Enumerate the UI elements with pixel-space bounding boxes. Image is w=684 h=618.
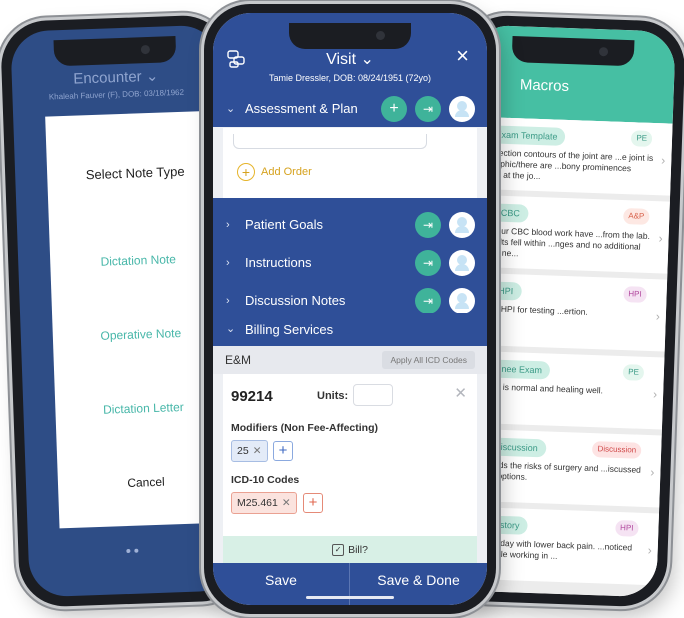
add-modifier-button[interactable]: + bbox=[273, 441, 293, 461]
macro-item[interactable]: Knee Exam Template PE On inspection cont… bbox=[466, 116, 673, 196]
bill-toggle[interactable]: ✓ Bill? bbox=[223, 536, 477, 564]
center-phone-screen: Visit ⌄ Tamie Dressler, DOB: 08/24/1951 … bbox=[213, 13, 487, 605]
option-operative-note[interactable]: Operative Note bbox=[53, 324, 229, 344]
macro-tag: Discussion bbox=[592, 441, 642, 459]
diagnosis-field[interactable] bbox=[233, 134, 427, 149]
dialog-title: Select Note Type bbox=[85, 163, 185, 183]
macro-tag: HPI bbox=[614, 519, 639, 537]
visit-title[interactable]: Visit ⌄ bbox=[213, 49, 487, 69]
chevron-right-icon: › bbox=[652, 387, 658, 402]
icd-value: M25.461 bbox=[237, 497, 278, 509]
modifiers-label: Modifiers (Non Fee-Affecting) bbox=[231, 422, 378, 434]
import-icon[interactable]: ⇥ bbox=[415, 96, 441, 122]
close-icon[interactable]: ✕ bbox=[454, 384, 467, 402]
add-icd-button[interactable]: + bbox=[303, 493, 323, 513]
modifier-chip[interactable]: 25 ✕ bbox=[231, 440, 268, 462]
patient-info: Tamie Dressler, DOB: 08/24/1951 (72yo) bbox=[268, 73, 432, 83]
add-icon[interactable]: + bbox=[381, 96, 407, 122]
chevron-right-icon: › bbox=[647, 543, 652, 558]
chevron-right-icon: › bbox=[226, 219, 230, 231]
units-label: Units: bbox=[317, 390, 349, 402]
checkbox-icon[interactable]: ✓ bbox=[332, 544, 345, 557]
patient-info: Khaleah Fauver (F), DOB: 03/18/1962 bbox=[48, 87, 185, 102]
avatar[interactable] bbox=[449, 250, 475, 276]
macro-desc: On inspection contours of the joint are … bbox=[468, 146, 654, 182]
icd-label: ICD-10 Codes bbox=[231, 474, 300, 486]
em-label: E&M bbox=[225, 353, 252, 367]
import-icon[interactable]: ⇥ bbox=[415, 212, 441, 238]
home-indicator bbox=[306, 596, 394, 599]
chevron-right-icon: › bbox=[650, 465, 655, 480]
chevron-right-icon: › bbox=[226, 257, 230, 269]
notch bbox=[289, 23, 411, 49]
add-order-button[interactable]: + Add Order bbox=[237, 162, 312, 182]
import-icon[interactable]: ⇥ bbox=[415, 288, 441, 314]
chevron-down-icon: ⌄ bbox=[226, 103, 236, 115]
modifier-value: 25 bbox=[237, 445, 249, 457]
avatar[interactable] bbox=[449, 212, 475, 238]
em-bar: E&M Apply All ICD Codes bbox=[213, 346, 487, 374]
encounter-title: Encounter bbox=[73, 68, 142, 88]
section-assessment-plan[interactable]: ⌄ Assessment & Plan + ⇥ bbox=[213, 91, 487, 127]
macro-tag: PE bbox=[631, 130, 653, 147]
remove-icon[interactable]: ✕ bbox=[282, 497, 291, 509]
apply-icd-button[interactable]: Apply All ICD Codes bbox=[382, 351, 475, 369]
avatar[interactable] bbox=[449, 96, 475, 122]
chevron-down-icon[interactable]: ⌄ bbox=[146, 68, 159, 85]
center-phone: Visit ⌄ Tamie Dressler, DOB: 08/24/1951 … bbox=[204, 4, 496, 614]
encounter-header: Encounter ⌄ Khaleah Fauver (F), DOB: 03/… bbox=[12, 65, 221, 103]
billing-code-card: 99214 Units: ✕ Modifiers (Non Fee-Affect… bbox=[223, 374, 477, 564]
remove-icon[interactable]: ✕ bbox=[253, 445, 262, 457]
notch bbox=[511, 36, 635, 67]
footer-bar: Save Save & Done bbox=[213, 563, 487, 605]
chevron-right-icon: › bbox=[658, 231, 663, 246]
chevron-down-icon: ⌄ bbox=[226, 323, 236, 335]
add-order-label: Add Order bbox=[261, 166, 312, 178]
plus-circle-icon: + bbox=[237, 163, 255, 182]
units-input[interactable] bbox=[353, 384, 393, 406]
section-label: Assessment & Plan bbox=[245, 101, 358, 116]
section-billing-services[interactable]: ⌄ Billing Services bbox=[213, 313, 487, 346]
section-label: Patient Goals bbox=[245, 217, 324, 232]
chevron-down-icon: ⌄ bbox=[360, 51, 374, 68]
cpt-code: 99214 bbox=[231, 388, 273, 405]
macro-tag: A&P bbox=[623, 208, 650, 225]
icd-chip[interactable]: M25.461 ✕ bbox=[231, 492, 297, 514]
import-icon[interactable]: ⇥ bbox=[415, 250, 441, 276]
macro-tag: PE bbox=[622, 364, 645, 381]
avatar[interactable] bbox=[449, 288, 475, 314]
section-label: Instructions bbox=[245, 255, 312, 270]
chevron-right-icon: › bbox=[661, 153, 666, 168]
close-icon[interactable]: × bbox=[456, 45, 469, 67]
bill-label: Bill? bbox=[348, 544, 368, 556]
macro-tag: HPI bbox=[623, 286, 647, 303]
chevron-right-icon: › bbox=[655, 309, 661, 324]
visit-title-text: Visit bbox=[326, 51, 357, 68]
section-instructions[interactable]: › Instructions ⇥ bbox=[213, 245, 487, 281]
notch bbox=[53, 36, 177, 67]
option-dictation-note[interactable]: Dictation Note bbox=[50, 250, 226, 270]
section-patient-goals[interactable]: › Patient Goals ⇥ bbox=[213, 207, 487, 243]
assessment-plan-card: + Add Order bbox=[223, 128, 477, 198]
macros-title: Macros bbox=[519, 76, 570, 96]
section-label: Billing Services bbox=[245, 322, 334, 337]
